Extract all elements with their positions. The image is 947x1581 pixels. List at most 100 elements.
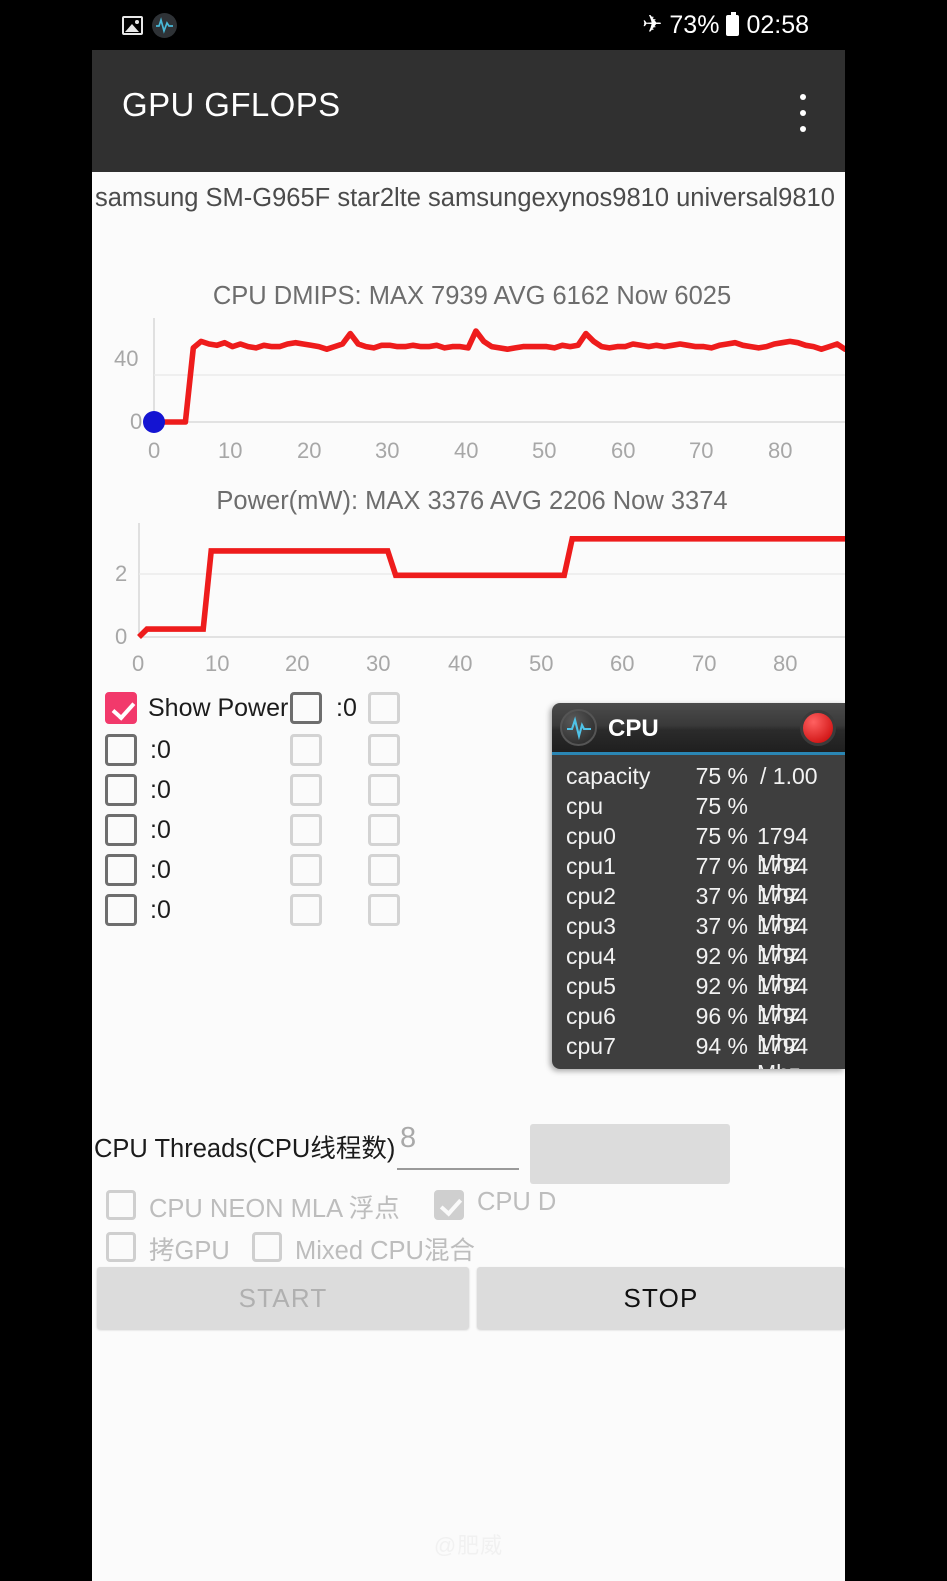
cpu-stat-row: cpu2 37 % 1794 Mhz xyxy=(552,883,845,936)
cpu-dmips-label: CPU D xyxy=(477,1188,557,1216)
record-button-icon[interactable] xyxy=(800,710,836,746)
power-x-tick-0: 0 xyxy=(132,651,145,676)
series-checkbox-col2-5[interactable] xyxy=(290,894,322,926)
cpu-stat-key: cpu7 xyxy=(566,1033,616,1059)
cpu-stat-key: cpu3 xyxy=(566,913,616,939)
cpu-neon-mla-label: CPU NEON MLA 浮点 xyxy=(149,1195,400,1223)
overflow-menu-icon[interactable] xyxy=(789,94,817,132)
power-chart-title: Power(mW): MAX 3376 AVG 2206 Now 3374 xyxy=(216,487,728,515)
status-bar: ✈ 73% 02:58 xyxy=(92,0,845,50)
x-tick-80: 80 xyxy=(768,438,793,463)
main-content: samsung SM-G965F star2lte samsungexynos9… xyxy=(92,172,845,1581)
x-tick-10: 10 xyxy=(218,438,243,463)
status-bar-right-icons: ✈ 73% 02:58 xyxy=(642,0,809,50)
series-checkbox-col3-0[interactable] xyxy=(368,692,400,724)
cpu-stat-percent: 92 % xyxy=(695,943,748,969)
cpu-overlay-body: capacity 75 % / 1.00 cpu 75 % cpu0 75 % … xyxy=(552,755,845,1069)
power-x-tick-10: 10 xyxy=(205,651,230,676)
start-button[interactable]: START xyxy=(97,1267,469,1329)
x-tick-70: 70 xyxy=(689,438,714,463)
mixed-cpu-checkbox[interactable] xyxy=(252,1232,282,1262)
series-checkbox-col1-5[interactable] xyxy=(105,894,137,926)
cpu-stat-freq: 1794 Mhz xyxy=(757,1033,809,1069)
cpu-stat-row: cpu5 92 % 1794 Mhz xyxy=(552,973,845,1026)
series-checkbox-col3-2[interactable] xyxy=(368,774,400,806)
cpu-stat-key: capacity xyxy=(566,763,651,789)
option-row-2: 拷GPU Mixed CPU混合 xyxy=(92,1224,845,1270)
cpu-stat-row: cpu 75 % xyxy=(552,793,845,823)
cpu-stat-percent: 37 % xyxy=(695,883,748,909)
cpu-stat-key: cpu0 xyxy=(566,823,616,849)
copy-gpu-checkbox[interactable] xyxy=(106,1232,136,1262)
series-checkbox-col3-3[interactable] xyxy=(368,814,400,846)
series-checkbox-col1-1[interactable] xyxy=(105,734,137,766)
series-checkbox-col2-4[interactable] xyxy=(290,854,322,886)
series-checkbox-col1-2[interactable] xyxy=(105,774,137,806)
power-x-tick-70: 70 xyxy=(692,651,717,676)
cpu-dmips-checkbox[interactable] xyxy=(434,1190,464,1220)
x-tick-20: 20 xyxy=(297,438,322,463)
series-label-col1-1: :0 xyxy=(150,736,171,764)
cpu-threads-input[interactable]: 8 xyxy=(397,1122,519,1170)
series-label-col1-2: :0 xyxy=(150,776,171,804)
cpu-stat-percent: 37 % xyxy=(695,913,748,939)
get-current-info-button[interactable] xyxy=(530,1124,730,1184)
cpu-stat-key: cpu4 xyxy=(566,943,616,969)
cpu-threads-label: CPU Threads(CPU线程数) xyxy=(94,1135,396,1163)
power-plot: 2 0 0 10 20 30 40 50 60 70 80 xyxy=(92,521,845,676)
cpu-overlay-header[interactable]: CPU xyxy=(552,703,845,755)
weibo-watermark: @肥威 xyxy=(433,1533,504,1558)
cpu-stat-row: cpu7 94 % 1794 Mhz xyxy=(552,1033,845,1069)
option-row-1: CPU NEON MLA 浮点 CPU D xyxy=(92,1182,845,1228)
series-checkbox-col2-0[interactable] xyxy=(290,692,322,724)
pulse-activity-icon xyxy=(152,12,177,38)
device-info-label: samsung SM-G965F star2lte samsungexynos9… xyxy=(95,184,835,212)
series-checkbox-col3-5[interactable] xyxy=(368,894,400,926)
cpu-stat-row: cpu0 75 % 1794 Mhz xyxy=(552,823,845,876)
cpu-dmips-plot: 40 0 0 10 20 30 40 50 60 70 80 xyxy=(92,316,845,463)
series-checkbox-col2-1[interactable] xyxy=(290,734,322,766)
battery-percent-label: 73% xyxy=(669,10,720,39)
cpu-stat-row: capacity 75 % / 1.00 xyxy=(552,763,845,793)
series-checkbox-col1-4[interactable] xyxy=(105,854,137,886)
x-tick-0: 0 xyxy=(148,438,161,463)
power-x-tick-30: 30 xyxy=(366,651,391,676)
status-bar-left-icons xyxy=(122,0,177,50)
app-bar: GPU GFLOPS xyxy=(92,50,845,172)
cpu-monitor-overlay[interactable]: CPU capacity 75 % / 1.00 cpu 75 % cpu0 7… xyxy=(552,703,845,1069)
series-checkbox-col3-4[interactable] xyxy=(368,854,400,886)
series-checkbox-col2-3[interactable] xyxy=(290,814,322,846)
mixed-cpu-label: Mixed CPU混合 xyxy=(295,1237,475,1265)
cpu-stat-row: cpu1 77 % 1794 Mhz xyxy=(552,853,845,906)
series-label-col1-5: :0 xyxy=(150,896,171,924)
cpu-stat-key: cpu2 xyxy=(566,883,616,909)
cpu-stat-key: cpu6 xyxy=(566,1003,616,1029)
airplane-mode-icon: ✈ xyxy=(642,11,663,38)
series-label-col1-3: :0 xyxy=(150,816,171,844)
show-power-checkbox[interactable] xyxy=(105,692,137,724)
cpu-stat-percent: 77 % xyxy=(695,853,748,879)
x-tick-50: 50 xyxy=(532,438,557,463)
y-tick-0: 0 xyxy=(130,409,143,434)
power-x-tick-60: 60 xyxy=(610,651,635,676)
power-x-tick-40: 40 xyxy=(448,651,473,676)
power-x-tick-80: 80 xyxy=(773,651,798,676)
cpu-stat-percent: 92 % xyxy=(695,973,748,999)
cpu-dmips-chart-title: CPU DMIPS: MAX 7939 AVG 6162 Now 6025 xyxy=(212,282,732,310)
power-x-tick-50: 50 xyxy=(529,651,554,676)
series-checkbox-col2-2[interactable] xyxy=(290,774,322,806)
cpu-neon-mla-checkbox[interactable] xyxy=(106,1190,136,1220)
series-checkbox-col3-1[interactable] xyxy=(368,734,400,766)
x-tick-30: 30 xyxy=(375,438,400,463)
cpu-stat-percent: 96 % xyxy=(695,1003,748,1029)
x-tick-60: 60 xyxy=(611,438,636,463)
cpu-stat-row: cpu4 92 % 1794 Mhz xyxy=(552,943,845,996)
cpu-stat-key: cpu1 xyxy=(566,853,616,879)
x-tick-40: 40 xyxy=(454,438,479,463)
power-y-tick-2: 2 xyxy=(115,561,128,586)
stop-button[interactable]: STOP xyxy=(477,1267,845,1329)
cpu-stat-percent: 94 % xyxy=(695,1033,748,1059)
series-checkbox-col1-3[interactable] xyxy=(105,814,137,846)
clock-label: 02:58 xyxy=(746,10,809,39)
power-y-tick-0: 0 xyxy=(115,624,128,649)
